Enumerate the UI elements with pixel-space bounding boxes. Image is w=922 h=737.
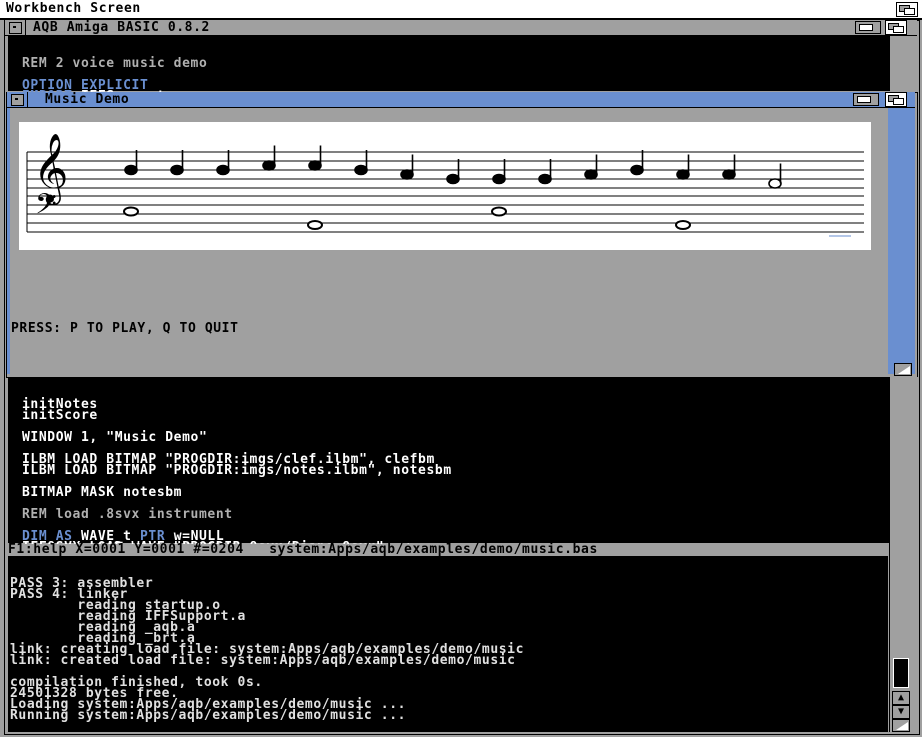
music-zoom-icon[interactable] bbox=[853, 93, 879, 106]
bass-note bbox=[675, 220, 691, 230]
treble-note bbox=[400, 154, 414, 180]
code-line: initScore bbox=[22, 408, 890, 423]
editor-title-bar[interactable]: AQB Amiga BASIC 0.8.2 bbox=[5, 20, 917, 36]
zoom-icon[interactable] bbox=[855, 21, 881, 34]
code-view-top[interactable]: REM 2 voice music demoOPTION EXPLICITIMP… bbox=[8, 36, 890, 103]
console-line: Running system:Apps/aqb/examples/demo/mu… bbox=[10, 708, 407, 723]
bass-clef-icon: 𝄢 bbox=[35, 188, 57, 228]
treble-note bbox=[676, 154, 690, 180]
treble-note bbox=[492, 159, 506, 185]
music-window-title: Music Demo bbox=[45, 92, 130, 107]
treble-note bbox=[170, 150, 184, 176]
bass-note bbox=[307, 220, 323, 230]
editor-window-title: AQB Amiga BASIC 0.8.2 bbox=[33, 20, 210, 35]
music-close-icon[interactable] bbox=[11, 94, 24, 106]
code-token: initScore bbox=[22, 408, 98, 423]
screen-title: Workbench Screen bbox=[6, 1, 141, 16]
screen-depth-icon[interactable] bbox=[896, 2, 918, 17]
code-line: REM 2 voice music demo bbox=[22, 56, 890, 71]
code-lines-bottom: initNotes initScore WINDOW 1, "Music Demo"… bbox=[22, 398, 890, 554]
play-prompt: PRESS: P TO PLAY, Q TO QUIT bbox=[11, 321, 239, 336]
code-line: initNotes bbox=[22, 398, 890, 411]
treble-note bbox=[354, 150, 368, 176]
console-line: PASS 3: assembler bbox=[10, 576, 154, 591]
code-token: REM 2 voice music demo bbox=[22, 56, 208, 71]
bass-note bbox=[491, 206, 507, 217]
console-line: link: created load file: system:Apps/aqb… bbox=[10, 653, 516, 668]
scroll-knob[interactable] bbox=[893, 658, 909, 688]
code-line: REM load .8svx instrument bbox=[22, 507, 890, 522]
notes-layer bbox=[123, 145, 782, 230]
music-score: 𝄞 𝄢 bbox=[19, 122, 871, 250]
treble-note bbox=[722, 154, 736, 180]
code-line: WINDOW 1, "Music Demo" bbox=[22, 430, 890, 445]
music-title-divider bbox=[27, 92, 28, 107]
status-bar: F1:help X=0001 Y=0001 #=0204 system:Apps… bbox=[8, 543, 885, 556]
scroll-down-icon[interactable]: ▼ bbox=[892, 705, 910, 719]
screen-title-bar[interactable]: Workbench Screen bbox=[0, 0, 922, 20]
music-window-left-border bbox=[7, 108, 10, 374]
scroll-up-icon[interactable]: ▲ bbox=[892, 691, 910, 705]
close-icon[interactable] bbox=[9, 22, 22, 34]
music-depth-icon[interactable] bbox=[885, 92, 907, 107]
treble-note bbox=[308, 145, 322, 171]
bass-note bbox=[123, 206, 139, 217]
treble-note bbox=[216, 150, 230, 176]
music-resize-icon[interactable] bbox=[894, 363, 912, 376]
treble-note bbox=[630, 150, 644, 176]
window-resize-icon[interactable] bbox=[892, 719, 910, 732]
console-lines: PASS 3: assembler PASS 4: linker reading … bbox=[10, 576, 888, 723]
code-line: BITMAP MASK notesbm bbox=[22, 485, 890, 500]
code-line: ILBM LOAD BITMAP "PROGDIR:imgs/notes.ilb… bbox=[22, 463, 890, 478]
code-token: REM load .8svx instrument bbox=[22, 507, 233, 522]
code-view-bottom[interactable]: initNotes initScore WINDOW 1, "Music Demo"… bbox=[8, 377, 890, 554]
music-window-right-border bbox=[888, 108, 915, 374]
treble-note bbox=[124, 150, 138, 176]
treble-note bbox=[446, 159, 460, 185]
editor-depth-icon[interactable] bbox=[885, 20, 907, 35]
treble-note bbox=[262, 145, 276, 171]
music-title-bar[interactable]: Music Demo bbox=[7, 92, 915, 108]
code-token: ILBM LOAD BITMAP "PROGDIR:imgs/notes.ilb… bbox=[22, 463, 452, 478]
console-output[interactable]: PASS 3: assembler PASS 4: linker reading … bbox=[8, 556, 888, 732]
code-token: WINDOW 1, "Music Demo" bbox=[22, 430, 208, 445]
staff-lines bbox=[26, 151, 864, 233]
code-token: BITMAP MASK notesbm bbox=[22, 485, 183, 500]
title-divider bbox=[25, 20, 26, 35]
treble-note bbox=[584, 154, 598, 180]
treble-note bbox=[538, 159, 552, 185]
treble-note bbox=[768, 163, 782, 189]
